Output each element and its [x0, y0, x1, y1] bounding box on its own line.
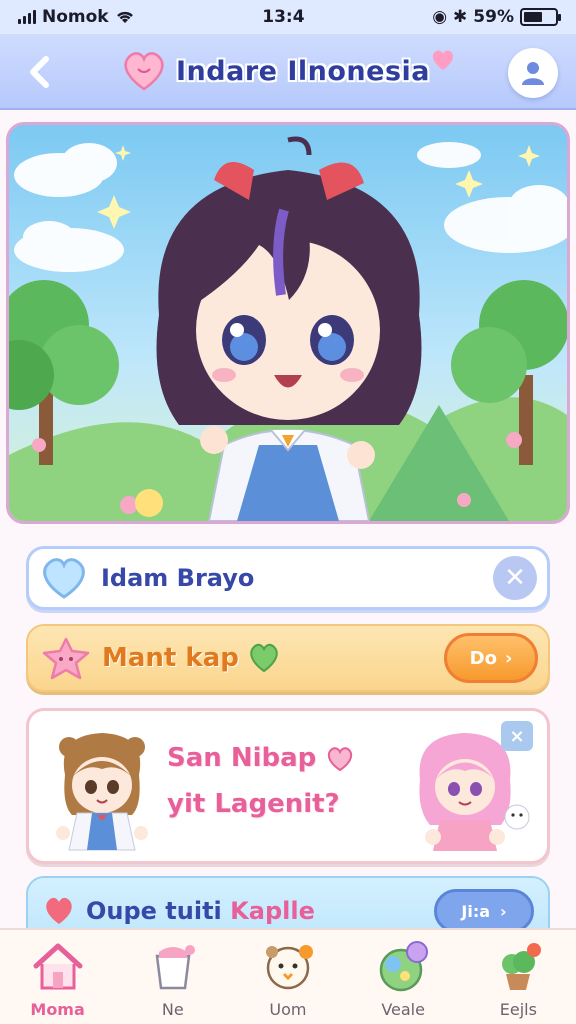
- star-creature-icon: [42, 637, 90, 680]
- home-icon: [33, 943, 83, 990]
- chevron-right-icon: ›: [500, 901, 507, 921]
- mant-kap-banner[interactable]: Mant kap Do ›: [26, 624, 550, 692]
- hero-illustration: [6, 122, 570, 524]
- tab-label: Moma: [30, 1000, 85, 1019]
- promo-line-1: San Nibap: [167, 743, 317, 773]
- heart-icon: [120, 49, 168, 93]
- wifi-icon: [116, 11, 133, 23]
- promo-text: San Nibap yit Lagenit?: [167, 735, 407, 827]
- back-button[interactable]: [18, 50, 62, 94]
- clear-button[interactable]: ✕: [493, 556, 537, 600]
- battery-icon: [519, 8, 561, 26]
- search-input[interactable]: Idam Brayo: [101, 564, 493, 592]
- banner-text: Mant kap: [102, 643, 239, 673]
- do-button-label: Do: [469, 647, 497, 669]
- anime-girl-illustration: [9, 136, 567, 521]
- battery-percent: 59%: [473, 7, 514, 27]
- do-button[interactable]: Do ›: [444, 633, 538, 683]
- person-icon: [522, 62, 544, 85]
- tab-home[interactable]: Moma: [3, 938, 113, 1019]
- signal-icon: [18, 10, 36, 24]
- plant-icon: [502, 943, 542, 990]
- tab-label: Veale: [381, 1000, 425, 1019]
- close-icon: ✕: [504, 563, 526, 593]
- chevron-left-icon: [30, 56, 49, 88]
- small-heart-icon: [432, 50, 454, 70]
- bluetooth-icon: ✱: [453, 7, 468, 27]
- search-field[interactable]: Idam Brayo ✕: [26, 546, 550, 610]
- tab-veale[interactable]: Veale: [348, 938, 458, 1019]
- alarm-icon: ◉: [432, 7, 448, 27]
- oupe-card-text-a: Oupe tuiti: [86, 897, 222, 925]
- shopping-bag-icon: [155, 945, 195, 990]
- status-bar: Nomok 13:4 ◉ ✱ 59%: [0, 0, 576, 34]
- page-title: Indare Ilnonesia: [176, 55, 430, 87]
- tab-label: Ne: [161, 1000, 184, 1019]
- heart-icon: [43, 558, 85, 599]
- pink-heart-icon: [328, 746, 353, 771]
- app-header: Indare Ilnonesia: [0, 34, 576, 110]
- red-heart-icon: [46, 897, 72, 924]
- face-icon: [265, 945, 313, 990]
- promo-close-button[interactable]: ×: [501, 721, 533, 751]
- oupe-card-text: Oupe tuiti Kaplle: [86, 897, 315, 925]
- tab-label: Uom: [269, 1000, 307, 1019]
- carrier-name: Nomok: [42, 7, 109, 27]
- promo-card[interactable]: San Nibap yit Lagenit? ×: [26, 708, 550, 864]
- ball-icon: [379, 941, 429, 992]
- promo-line-2: yit Lagenit?: [167, 789, 340, 819]
- tab-eejls[interactable]: Eejls: [463, 938, 573, 1019]
- tab-uom[interactable]: Uom: [233, 938, 343, 1019]
- tab-label: Eejls: [499, 1000, 537, 1019]
- bottom-tab-bar: Moma Ne Uom Veale Eejls: [0, 928, 576, 1024]
- oupe-card-button[interactable]: Ji:a ›: [434, 889, 534, 933]
- tab-ne[interactable]: Ne: [118, 938, 228, 1019]
- close-icon: ×: [509, 725, 525, 747]
- clock: 13:4: [262, 7, 305, 27]
- oupe-card-button-label: Ji:a: [461, 901, 491, 921]
- brown-hair-character: [56, 733, 148, 851]
- profile-button[interactable]: [508, 48, 558, 98]
- chevron-right-icon: ›: [504, 647, 513, 669]
- oupe-card-text-b: Kaplle: [230, 897, 315, 925]
- green-heart-icon: [250, 643, 278, 673]
